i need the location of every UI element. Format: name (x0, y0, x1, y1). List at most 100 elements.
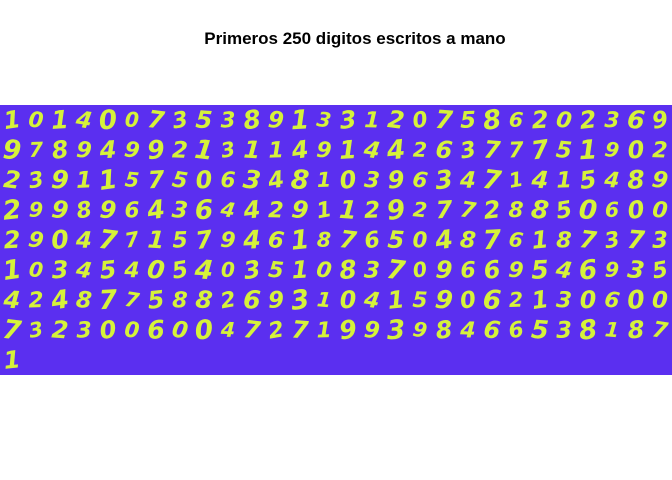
digit-cell: 7 (650, 316, 670, 344)
digit-cell: 9 (507, 256, 525, 284)
digit-cell: 8 (508, 197, 524, 223)
digit-cell: 7 (480, 163, 503, 197)
digit-cell: 2 (578, 105, 598, 135)
digit-cell: 1 (192, 133, 215, 167)
digit-cell: 1 (1, 105, 23, 136)
digit-cell: 2 (530, 105, 550, 135)
digit-cell: 7 (96, 223, 119, 257)
digit-cell: 1 (290, 105, 310, 136)
digit-cell: 1 (146, 225, 166, 255)
digit-cell: 9 (219, 226, 237, 254)
digit-cell: 7 (241, 315, 262, 345)
digit-cell: 4 (459, 166, 477, 194)
digit-cell: 8 (74, 195, 94, 225)
digit-cell: 9 (337, 314, 359, 346)
digit-cell: 0 (625, 284, 647, 316)
digit-cell: 1 (314, 196, 334, 224)
digit-cell: 0 (625, 194, 647, 226)
digit-cell: 7 (122, 227, 142, 253)
digit-cell: 9 (434, 255, 454, 285)
digit-cell: 3 (555, 286, 573, 314)
digit-cell: 6 (507, 107, 525, 133)
digit-cell: 5 (530, 254, 550, 286)
digit-cell: 3 (288, 283, 312, 317)
digit-cell: 2 (50, 315, 70, 345)
digit-cell: 6 (481, 283, 503, 317)
digit-cell: 1 (578, 134, 598, 166)
digit-cell: 1 (506, 167, 526, 193)
digit-cell: 1 (96, 163, 120, 197)
digit-cell: 4 (49, 284, 71, 316)
digit-cell: 1 (529, 284, 551, 316)
digit-cell: 3 (338, 105, 358, 135)
digit-cell: 4 (124, 257, 140, 283)
digit-cell: 6 (604, 197, 620, 223)
digit-cell: 9 (26, 226, 46, 254)
digit-cell: 4 (98, 135, 118, 165)
digit-cell: 5 (412, 287, 428, 313)
digit-cell: 7 (508, 137, 524, 163)
digit-cell: 9 (122, 136, 142, 164)
digit-cell: 3 (363, 166, 381, 194)
digit-cell: 9 (315, 136, 333, 164)
digit-cell: 6 (481, 254, 503, 286)
digit-cell: 9 (1, 133, 23, 167)
digit-cell: 9 (98, 195, 118, 225)
digit-cell: 7 (384, 253, 407, 287)
digit-cell: 1 (267, 136, 285, 164)
digit-cell: 5 (650, 255, 670, 285)
digit-cell: 6 (507, 227, 525, 253)
digit-cell: 2 (218, 286, 238, 314)
digit-cell: 3 (26, 166, 46, 194)
digit-cell: 8 (626, 164, 646, 196)
digit-cell: 1 (555, 166, 573, 194)
digit-cell: 3 (218, 137, 238, 163)
digit-cell: 4 (603, 166, 621, 194)
digit-cell: 0 (123, 316, 141, 344)
digit-cell: 3 (220, 107, 236, 133)
digit-cell: 3 (50, 255, 70, 285)
digit-cell: 0 (97, 105, 119, 137)
digit-cell: 3 (170, 105, 190, 135)
digit-cell: 4 (289, 134, 311, 166)
digit-cell: 4 (145, 194, 167, 226)
digit-cell: 2 (412, 137, 428, 163)
digit-cell: 1 (363, 106, 381, 134)
digit-cell: 5 (554, 136, 574, 164)
digit-cell: 6 (242, 284, 262, 316)
digit-cell: 8 (171, 286, 189, 314)
digit-cell: 3 (433, 164, 455, 196)
digit-cell: 2 (1, 193, 23, 227)
digit-cell: 4 (74, 256, 94, 284)
digit-cell: 0 (220, 257, 236, 283)
digit-cell: 7 (482, 224, 502, 256)
digit-cell: 5 (146, 285, 166, 315)
digit-cell: 2 (651, 136, 669, 164)
digit-cell: 1 (50, 105, 70, 136)
digit-cell: 7 (626, 224, 646, 256)
digit-cell: 7 (0, 313, 23, 347)
digit-cell: 6 (220, 167, 236, 193)
digit-cell: 8 (337, 254, 359, 286)
digit-cell: 5 (98, 255, 118, 285)
digit-cell: 3 (170, 196, 190, 224)
digit-cell: 4 (75, 226, 93, 254)
digit-cell: 3 (75, 316, 93, 344)
digit-cell: 9 (603, 137, 621, 163)
digit-cell: 3 (602, 226, 622, 254)
digit-cell: 6 (410, 166, 430, 194)
digit-cell: 9 (650, 165, 670, 195)
digit-cell: 2 (171, 136, 189, 164)
digit-cell: 0 (554, 106, 574, 134)
digit-cell: 7 (458, 196, 478, 224)
digit-cell: 9 (362, 316, 382, 344)
digit-cell: 1 (0, 253, 24, 287)
digit-cell: 4 (2, 285, 22, 315)
digit-cell: 0 (124, 107, 140, 133)
digit-cell: 0 (578, 285, 598, 315)
digit-cell: 4 (220, 317, 236, 343)
digit-cell: 3 (26, 317, 46, 343)
digit-cell: 5 (171, 226, 189, 254)
digit-cell: 0 (27, 106, 45, 134)
digit-cell: 2 (266, 315, 286, 345)
